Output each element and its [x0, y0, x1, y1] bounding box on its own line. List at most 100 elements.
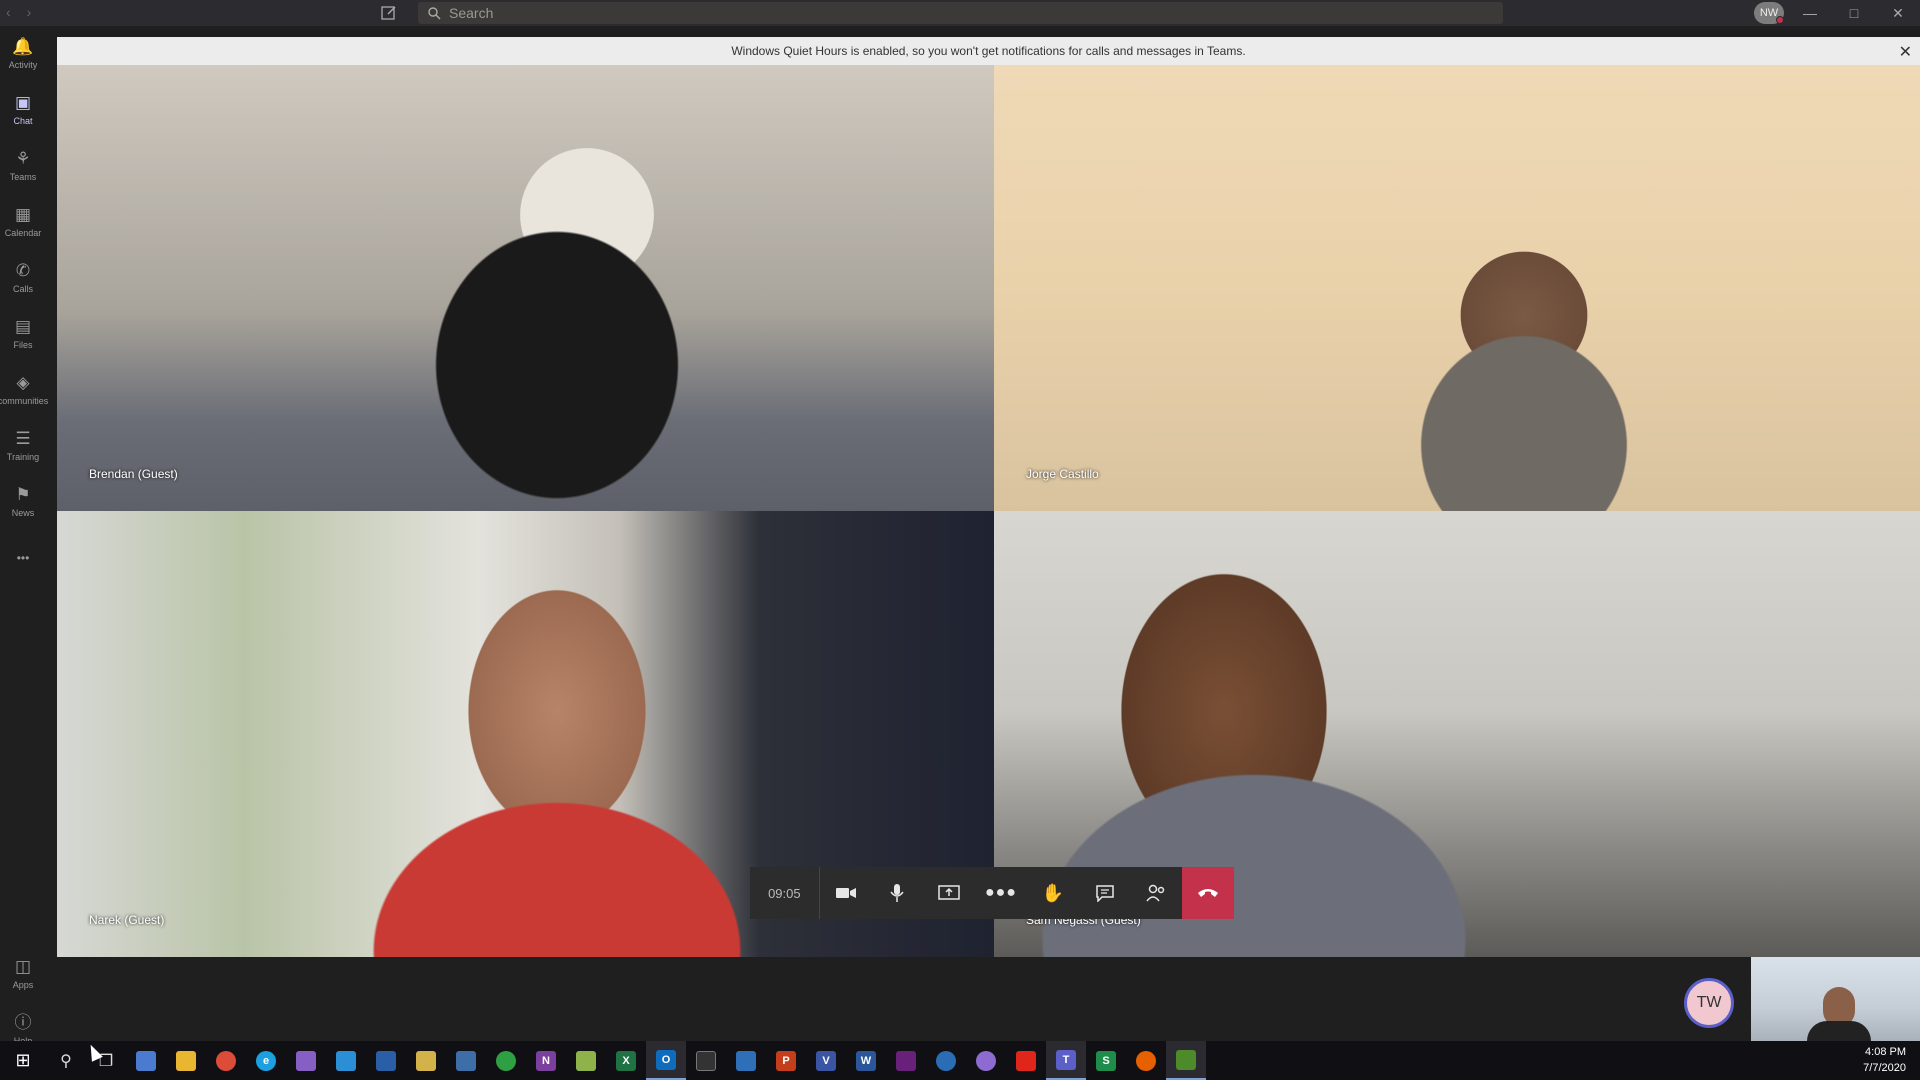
rail-label: News	[11, 508, 35, 518]
azure-icon[interactable]	[726, 1041, 766, 1080]
acrobat-icon[interactable]	[1006, 1041, 1046, 1080]
rail-item-news[interactable]: ⚑ News	[0, 474, 46, 530]
rail-label: Teams	[9, 172, 37, 182]
training-icon: ☰	[15, 429, 31, 448]
minimize-icon[interactable]: —	[1788, 0, 1832, 26]
camera-button[interactable]	[820, 867, 872, 919]
self-video-preview[interactable]	[1751, 957, 1920, 1041]
nav-arrows: ‹ ›	[6, 4, 31, 20]
more-icon: ●●●	[984, 884, 1017, 901]
call-timer: 09:05	[750, 867, 820, 919]
participant-name: Narek (Guest)	[89, 913, 165, 927]
rail-item-communities[interactable]: ◈ communities	[0, 362, 48, 418]
clock-time: 4:08 PM	[1865, 1046, 1906, 1058]
outlook-icon[interactable]: O	[646, 1041, 686, 1080]
participant-name: Jorge Castillo	[1026, 467, 1099, 481]
rail-label: Chat	[13, 116, 33, 126]
participants-button[interactable]	[1130, 867, 1182, 919]
powershell-icon[interactable]	[366, 1041, 406, 1080]
communities-icon: ◈	[16, 373, 30, 392]
calendar-icon: ▦	[14, 205, 32, 224]
back-arrow-icon[interactable]: ‹	[6, 4, 11, 20]
vscode-icon[interactable]	[326, 1041, 366, 1080]
rail-label: Training	[6, 452, 40, 462]
notepad-icon[interactable]	[566, 1041, 606, 1080]
terminal-icon[interactable]	[686, 1041, 726, 1080]
visual-studio-2-icon[interactable]	[886, 1041, 926, 1080]
close-icon[interactable]: ✕	[1899, 42, 1912, 62]
taskbar-app-6-icon[interactable]	[966, 1041, 1006, 1080]
chrome-icon[interactable]	[206, 1041, 246, 1080]
call-controls: 09:05 ●●● ✋	[750, 867, 1234, 919]
internet-explorer-icon[interactable]: e	[246, 1041, 286, 1080]
taskbar-app-1-icon[interactable]	[126, 1041, 166, 1080]
microphone-button[interactable]	[872, 867, 924, 919]
teams-taskbar-icon[interactable]: T	[1046, 1041, 1086, 1080]
rail-item-activity[interactable]: 🔔 Activity	[0, 26, 46, 82]
hang-up-button[interactable]	[1182, 867, 1234, 919]
user-initials: NW	[1759, 7, 1779, 19]
self-initials: TW	[1696, 994, 1722, 1011]
hand-icon: ✋	[1041, 882, 1064, 903]
raise-hand-button[interactable]: ✋	[1027, 867, 1079, 919]
news-icon: ⚑	[15, 485, 31, 504]
system-clock[interactable]: 4:08 PM 7/7/2020	[1863, 1044, 1906, 1076]
share-screen-icon	[938, 885, 960, 900]
windows-taskbar: ⊞ ⚲ ❐ e N X O P V W T S 4:08 PM 7/7/2020	[0, 1041, 1920, 1080]
share-screen-button[interactable]	[923, 867, 975, 919]
rail-item-apps[interactable]: ◫ Apps	[0, 946, 46, 1002]
compose-icon[interactable]	[380, 4, 398, 22]
taskbar-app-7-icon[interactable]: S	[1086, 1041, 1126, 1080]
powerpoint-icon[interactable]: P	[766, 1041, 806, 1080]
close-window-icon[interactable]: ✕	[1876, 0, 1920, 26]
rail-label: Apps	[12, 980, 34, 990]
taskbar-search-icon[interactable]: ⚲	[46, 1041, 86, 1080]
video-tile-brendan[interactable]: Brendan (Guest)	[57, 65, 994, 511]
rail-item-teams[interactable]: ⚘ Teams	[0, 138, 46, 194]
self-avatar[interactable]: TW	[1684, 978, 1734, 1028]
rail-item-files[interactable]: ▤ Files	[0, 306, 46, 362]
rail-more-button[interactable]: •••	[0, 530, 46, 586]
more-actions-button[interactable]: ●●●	[975, 867, 1027, 919]
search-placeholder: Search	[449, 5, 494, 21]
rail-item-chat[interactable]: ▣ Chat	[0, 82, 46, 138]
rail-item-calls[interactable]: ✆ Calls	[0, 250, 46, 306]
search-box[interactable]: Search	[418, 2, 1503, 24]
visio-icon[interactable]: V	[806, 1041, 846, 1080]
firefox-icon[interactable]	[1126, 1041, 1166, 1080]
rail-label: Activity	[8, 60, 38, 70]
hang-up-icon	[1198, 889, 1219, 897]
participant-name: Brendan (Guest)	[89, 467, 178, 481]
self-video-figure-body	[1807, 1021, 1871, 1041]
visual-studio-icon[interactable]	[286, 1041, 326, 1080]
windows-start-icon[interactable]: ⊞	[0, 1041, 46, 1080]
window-controls: — □ ✕	[1788, 0, 1920, 26]
taskbar-app-3-icon[interactable]	[446, 1041, 486, 1080]
user-avatar[interactable]: NW	[1754, 2, 1784, 24]
help-icon: ⓘ	[14, 1013, 32, 1032]
app-rail: 🔔 Activity ▣ Chat ⚘ Teams ▦ Calendar ✆ C…	[0, 26, 48, 1046]
presence-busy-icon	[1776, 16, 1784, 24]
bell-icon: 🔔	[12, 37, 34, 56]
banner-text: Windows Quiet Hours is enabled, so you w…	[731, 44, 1246, 58]
phone-icon: ✆	[15, 261, 31, 280]
taskbar-app-2-icon[interactable]	[406, 1041, 446, 1080]
word-icon[interactable]: W	[846, 1041, 886, 1080]
rail-label: Calendar	[4, 228, 42, 238]
clock-date: 7/7/2020	[1863, 1062, 1906, 1074]
rail-item-training[interactable]: ☰ Training	[0, 418, 46, 474]
chat-icon	[1095, 885, 1114, 902]
taskbar-app-8-icon[interactable]	[1166, 1041, 1206, 1080]
forward-arrow-icon[interactable]: ›	[27, 4, 32, 20]
taskbar-app-5-icon[interactable]	[926, 1041, 966, 1080]
chat-button[interactable]	[1079, 867, 1131, 919]
onenote-icon[interactable]: N	[526, 1041, 566, 1080]
file-explorer-icon[interactable]	[166, 1041, 206, 1080]
chat-icon: ▣	[14, 93, 32, 112]
camera-icon	[835, 888, 856, 898]
excel-icon[interactable]: X	[606, 1041, 646, 1080]
rail-item-calendar[interactable]: ▦ Calendar	[0, 194, 46, 250]
video-tile-jorge[interactable]: Jorge Castillo	[994, 65, 1920, 511]
maximize-icon[interactable]: □	[1832, 0, 1876, 26]
taskbar-app-4-icon[interactable]	[486, 1041, 526, 1080]
